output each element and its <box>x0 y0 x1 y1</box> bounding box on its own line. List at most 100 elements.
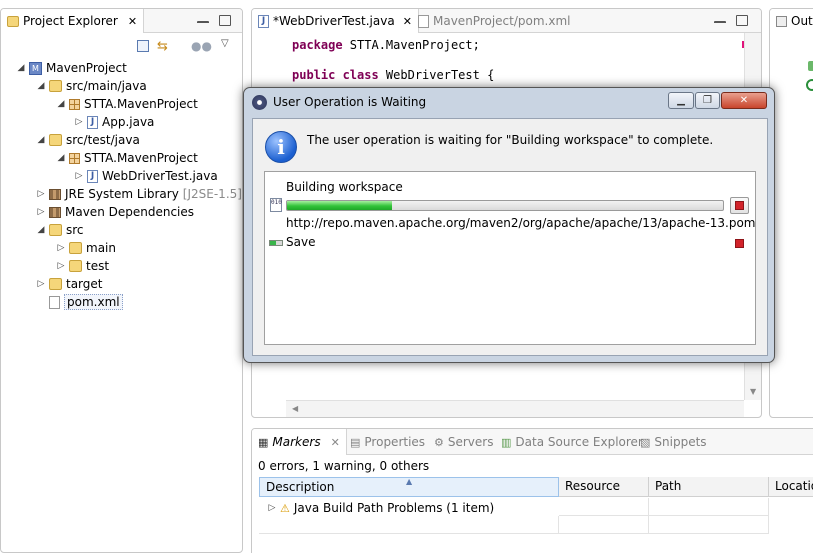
tree-item-label: STTA.MavenProject <box>84 151 198 165</box>
collapsed-arrow-icon[interactable]: ▷ <box>75 171 83 181</box>
link-with-editor-icon[interactable]: ⇆ <box>157 39 168 54</box>
column-label: Path <box>655 479 682 493</box>
tree-item-maven-dependencies[interactable]: ▷ Maven Dependencies <box>37 203 194 221</box>
tree-item-app-java[interactable]: ▷ J App.java <box>75 113 155 131</box>
tab-label: Markers <box>272 435 321 449</box>
collapsed-arrow-icon[interactable]: ▷ <box>57 243 65 253</box>
expand-arrow-icon[interactable]: ◢ <box>37 81 45 91</box>
collapse-all-icon[interactable] <box>137 40 149 52</box>
tab-data-source-explorer[interactable]: ▥ Data Source Explorer <box>501 429 643 455</box>
project-icon: M <box>29 61 42 75</box>
maximize-icon[interactable] <box>219 15 231 26</box>
tree-item-src-test-java[interactable]: ◢ src/test/java <box>37 131 140 149</box>
expand-arrow-icon[interactable]: ◢ <box>57 153 65 163</box>
operation-name: Building workspace <box>286 180 403 194</box>
tree-item-main[interactable]: ▷ main <box>57 239 116 257</box>
maximize-icon[interactable] <box>736 15 748 26</box>
tab-pom-xml[interactable]: MavenProject/pom.xml <box>412 9 576 33</box>
scroll-left-icon[interactable]: ◀ <box>292 404 298 413</box>
package-icon <box>69 98 80 110</box>
expand-arrow-icon[interactable]: ◢ <box>37 135 45 145</box>
save-progress-icon <box>269 240 283 246</box>
progress-fill <box>287 201 392 210</box>
stop-icon[interactable] <box>735 239 744 248</box>
tree-item-package[interactable]: ◢ STTA.MavenProject <box>57 149 198 167</box>
tab-label: Servers <box>447 435 494 449</box>
tree-item-project[interactable]: ◢ M MavenProject <box>17 59 127 77</box>
library-icon <box>49 188 61 200</box>
close-button[interactable]: ✕ <box>721 92 767 109</box>
tab-properties[interactable]: ▤ Properties <box>350 429 425 455</box>
minimize-icon[interactable] <box>714 21 726 25</box>
horizontal-scrollbar[interactable]: ◀ <box>286 400 744 417</box>
explorer-tabbar: Project Explorer ✕ <box>1 9 242 33</box>
dialog-message: The user operation is waiting for "Build… <box>307 133 714 147</box>
tab-label: Snippets <box>654 435 707 449</box>
column-label: Description <box>266 480 335 494</box>
tree-item-src-main-java[interactable]: ◢ src/main/java <box>37 77 147 95</box>
tree-item-webdrivertest-java[interactable]: ▷ J WebDriverTest.java <box>75 167 218 185</box>
tree-item-label: MavenProject <box>46 61 127 75</box>
tree-item-label: target <box>66 277 103 291</box>
table-cell <box>259 516 559 534</box>
folder-icon <box>69 260 82 272</box>
minimize-button[interactable]: ▁ <box>668 92 694 109</box>
explorer-title: Project Explorer <box>23 14 118 28</box>
table-cell <box>649 498 769 516</box>
expand-arrow-icon[interactable]: ◢ <box>37 225 45 235</box>
chevron-down-icon[interactable]: ▽ <box>221 38 229 49</box>
tree-item-target[interactable]: ▷ target <box>37 275 103 293</box>
tree-item-label: test <box>86 259 110 273</box>
table-cell <box>559 516 649 534</box>
tab-outline[interactable]: Outl <box>770 9 813 33</box>
collapsed-arrow-icon[interactable]: ▷ <box>37 189 45 199</box>
column-header-path[interactable]: Path <box>649 477 769 497</box>
cancel-operation-button[interactable] <box>730 197 749 214</box>
outline-item-icon[interactable] <box>806 79 813 91</box>
column-header-location[interactable]: Location <box>769 477 813 497</box>
view-menu-icon[interactable]: ●● <box>191 39 212 53</box>
column-label: Location <box>775 479 813 493</box>
column-header-description[interactable]: Description ▲ <box>259 477 559 497</box>
dialog-title: User Operation is Waiting <box>273 95 427 109</box>
java-file-icon: J <box>258 14 269 28</box>
editor-tabbar: J *WebDriverTest.java ✕ MavenProject/pom… <box>252 9 761 33</box>
outline-item-icon[interactable] <box>808 61 813 71</box>
close-icon[interactable]: ✕ <box>128 15 137 28</box>
marker-description: Java Build Path Problems (1 item) <box>293 501 495 515</box>
binary-file-icon: 010 <box>270 198 282 212</box>
xml-file-icon <box>418 14 429 28</box>
table-row[interactable]: ▷ ⚠ Java Build Path Problems (1 item) <box>268 499 495 517</box>
code-line[interactable]: public class WebDriverTest { <box>292 68 494 82</box>
folder-icon <box>49 278 62 290</box>
markers-view: ▦ Markers ✕ ▤ Properties ⚙ Servers ▥ Dat… <box>251 428 813 553</box>
tree-item-package[interactable]: ◢ STTA.MavenProject <box>57 95 198 113</box>
restore-button[interactable]: ❐ <box>695 92 720 109</box>
collapsed-arrow-icon[interactable]: ▷ <box>75 117 83 127</box>
minimize-icon[interactable] <box>197 21 209 25</box>
close-icon[interactable]: ✕ <box>331 436 340 449</box>
scroll-down-icon[interactable]: ▼ <box>750 387 756 396</box>
tab-webdrivertest-java[interactable]: J *WebDriverTest.java ✕ <box>252 9 419 33</box>
tree-item-decoration: [J2SE-1.5] <box>182 187 242 201</box>
tree-item-label: Maven Dependencies <box>65 205 195 219</box>
expand-arrow-icon[interactable]: ◢ <box>57 99 65 109</box>
close-icon[interactable]: ✕ <box>403 15 412 28</box>
tab-snippets[interactable]: ▧ Snippets <box>640 429 707 455</box>
tree-item-jre-library[interactable]: ▷ JRE System Library [J2SE-1.5] <box>37 185 242 203</box>
tree-item-pom-xml[interactable]: pom.xml <box>49 293 123 311</box>
tab-markers[interactable]: ▦ Markers ✕ <box>252 429 347 455</box>
collapsed-arrow-icon[interactable]: ▷ <box>37 279 45 289</box>
code-line[interactable]: package STTA.MavenProject; <box>292 38 480 52</box>
collapsed-arrow-icon[interactable]: ▷ <box>37 207 45 217</box>
tree-item-test[interactable]: ▷ test <box>57 257 110 275</box>
expand-arrow-icon[interactable]: ◢ <box>17 63 25 73</box>
collapsed-arrow-icon[interactable]: ▷ <box>268 503 276 513</box>
column-header-resource[interactable]: Resource <box>559 477 649 497</box>
tab-servers[interactable]: ⚙ Servers <box>434 429 493 455</box>
tree-item-src[interactable]: ◢ src <box>37 221 84 239</box>
tab-project-explorer[interactable]: Project Explorer ✕ <box>1 9 145 33</box>
table-cell <box>559 498 649 516</box>
source-folder-icon <box>49 134 62 146</box>
collapsed-arrow-icon[interactable]: ▷ <box>57 261 65 271</box>
